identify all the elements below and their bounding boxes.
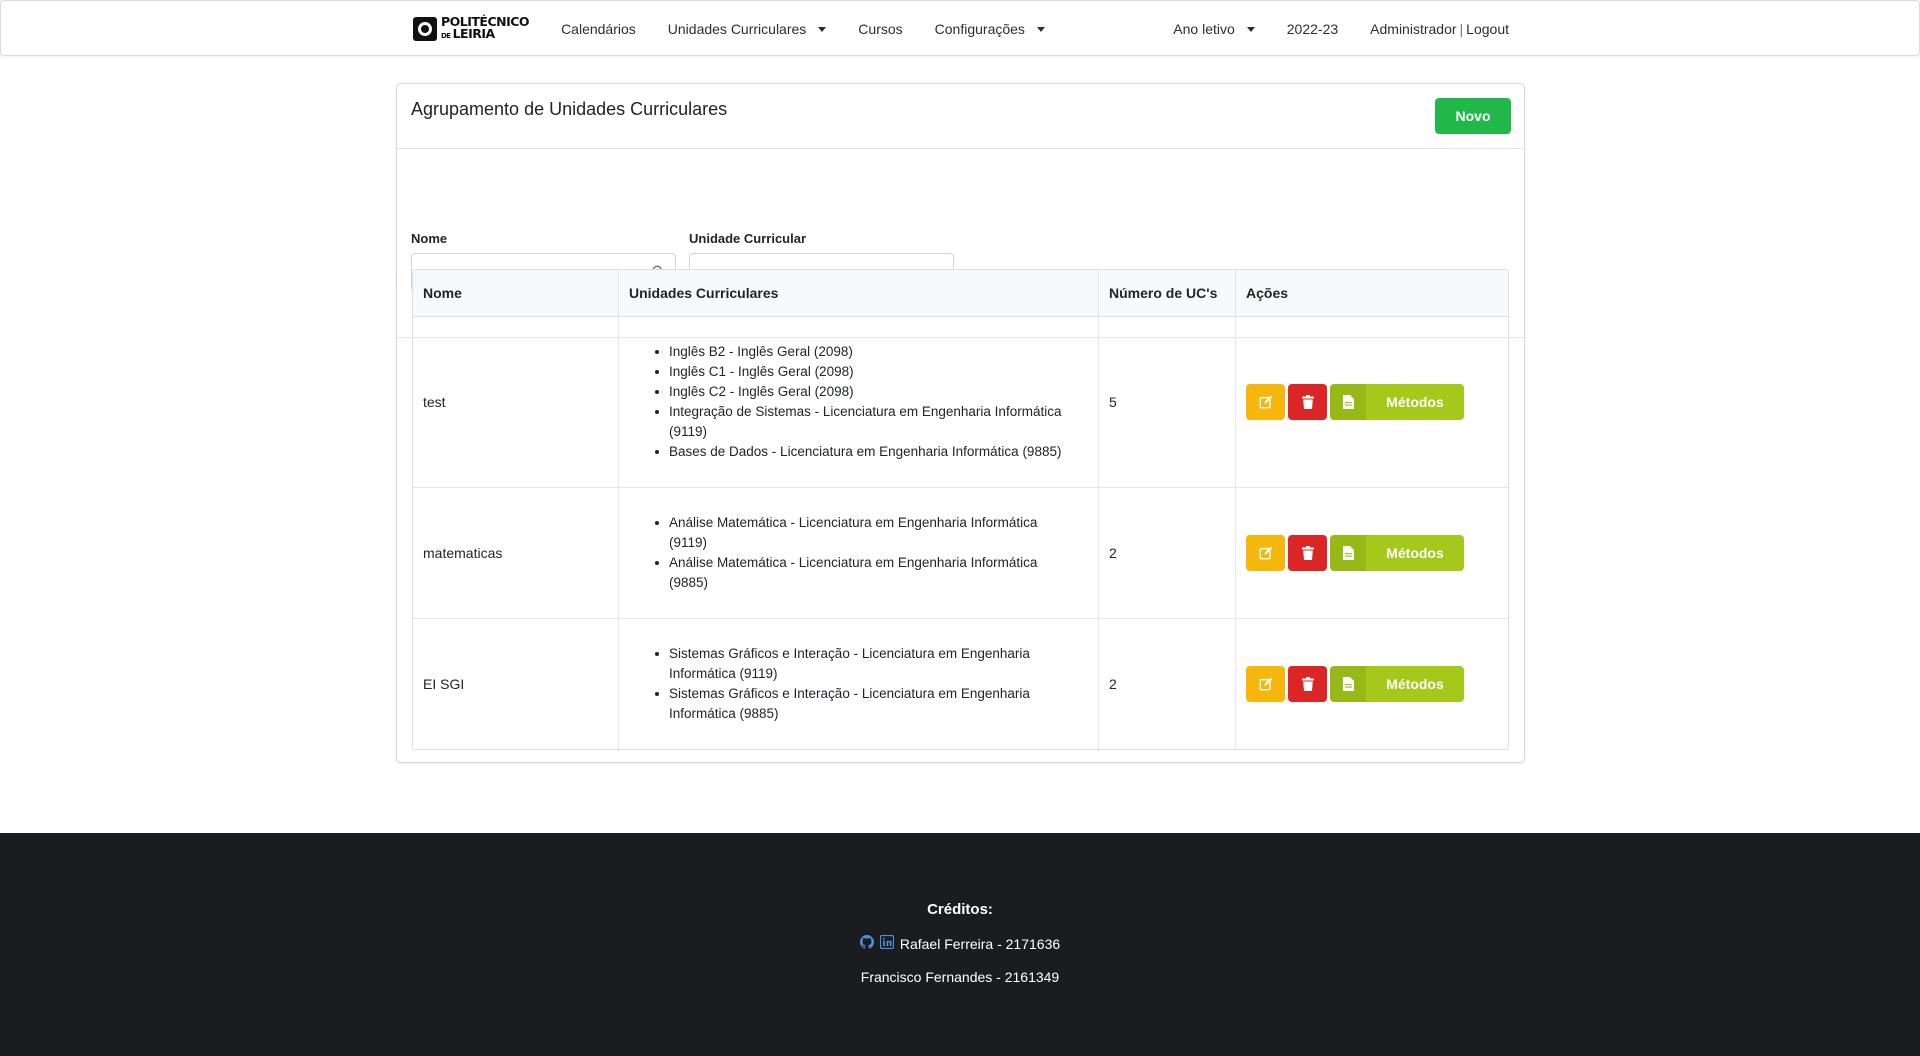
col-header-nome: Nome [413,270,619,316]
linkedin-link[interactable] [879,934,900,952]
row-ucs: Inglês B2 - Inglês Geral (2098) Inglês C… [619,317,1099,487]
groups-table: Nome Unidades Curriculares Número de UC'… [412,269,1509,750]
user-link[interactable]: Administrador [1370,21,1456,37]
list-item: Inglês B2 - Inglês Geral (2098) [655,342,1064,362]
nome-filter-label: Nome [411,231,448,246]
list-item: Inglês C2 - Inglês Geral (2098) [655,382,1064,402]
row-nome: matematicas [413,488,619,618]
nav-configuracoes[interactable]: Configurações [935,21,1045,37]
delete-button[interactable] [1288,666,1327,702]
row-count: 5 [1099,317,1236,487]
ano-letivo-value: 2022-23 [1286,21,1339,37]
logo-mark-icon [413,17,437,41]
nav-cursos[interactable]: Cursos [858,21,902,37]
delete-button[interactable] [1288,535,1327,571]
list-item: Inglês C1 - Inglês Geral (2098) [655,362,1064,382]
trash-icon [1301,546,1314,560]
edit-button[interactable] [1246,384,1285,420]
credit-line-2: Francisco Fernandes - 2161349 [0,969,1920,985]
separator: | [1459,21,1464,37]
credit-line-1: Rafael Ferreira - 2171636 [0,934,1920,952]
row-actions: Métodos [1236,488,1508,618]
table-header: Nome Unidades Curriculares Número de UC'… [413,270,1508,317]
trash-icon [1301,395,1314,409]
top-navbar: POLITÉCNICO DE LEIRIA Calendários Unidade… [0,0,1920,56]
edit-icon [1259,395,1272,409]
edit-button[interactable] [1246,535,1285,571]
brand-logo[interactable]: POLITÉCNICO DE LEIRIA [413,14,530,44]
methods-button[interactable]: Métodos [1330,384,1464,420]
row-count: 2 [1099,619,1236,749]
navbar-right: Ano letivo 2022-23 Administrador | Logou… [1141,21,1509,37]
row-nome: test [413,317,619,487]
list-item: Sistemas Gráficos e Interação - Licencia… [655,644,1064,684]
list-item: Bases de Dados - Licenciatura em Engenha… [655,442,1064,462]
col-header-acoes: Ações [1246,285,1289,301]
row-ucs: Análise Matemática - Licenciatura em Eng… [619,488,1099,618]
nav-ano-letivo[interactable]: Ano letivo [1173,21,1255,37]
row-nome: EI SGI [413,619,619,749]
methods-button[interactable]: Métodos [1330,535,1464,571]
list-item: Análise Matemática - Licenciatura em Eng… [655,553,1064,593]
brand-line2: DE LEIRIA [441,26,495,41]
nav-calendarios[interactable]: Calendários [561,21,636,37]
github-link[interactable] [859,935,880,952]
nav-unidades-curriculares[interactable]: Unidades Curriculares [668,21,827,37]
edit-icon [1259,546,1272,560]
linkedin-icon [879,934,895,950]
new-button[interactable]: Novo [1435,98,1511,134]
list-item: Sistemas Gráficos e Interação - Licencia… [655,684,1064,724]
trash-icon [1301,677,1314,691]
document-icon [1342,546,1354,560]
list-item: Análise Matemática - Licenciatura em Eng… [655,513,1064,553]
credit-name-2: Francisco Fernandes - 2161349 [860,969,1060,985]
github-icon [859,935,874,949]
uc-filter-label: Unidade Curricular [689,231,807,246]
edit-icon [1259,677,1272,691]
methods-button[interactable]: Métodos [1330,666,1464,702]
row-ucs: Sistemas Gráficos e Interação - Licencia… [619,619,1099,749]
chevron-down-icon [1036,26,1045,32]
list-item: Integração de Sistemas - Licenciatura em… [655,402,1064,442]
credit-name-1: Rafael Ferreira - 2171636 [899,935,1061,952]
credits-title: Créditos: [927,901,993,918]
row-actions: Métodos [1236,317,1508,487]
edit-button[interactable] [1246,666,1285,702]
page-title: Agrupamento de Unidades Curriculares [411,99,728,119]
chevron-down-icon [818,26,827,32]
navbar-inner: POLITÉCNICO DE LEIRIA Calendários Unidade… [413,1,1509,57]
table-row: EI SGI Sistemas Gráficos e Interação - L… [413,619,1508,749]
table-row: test Inglês B2 - Inglês Geral (2098) Ing… [413,317,1508,488]
document-icon [1342,395,1354,409]
footer: Créditos: Rafael Ferreira - 2171636 Fran… [0,833,1920,1056]
table-row: matematicas Análise Matemática - Licenci… [413,488,1508,619]
col-header-ucs: Unidades Curriculares [619,270,1099,316]
card-header: Agrupamento de Unidades Curriculares Nov… [397,84,1524,149]
chevron-down-icon [1246,26,1255,32]
logout-link[interactable]: Logout [1466,21,1509,37]
col-header-count: Número de UC's [1099,270,1236,316]
groups-card: Agrupamento de Unidades Curriculares Nov… [396,83,1525,763]
row-count: 2 [1099,488,1236,618]
user-menu: Administrador | Logout [1370,21,1509,37]
delete-button[interactable] [1288,384,1327,420]
document-icon [1342,677,1354,691]
row-actions: Métodos [1236,619,1508,749]
